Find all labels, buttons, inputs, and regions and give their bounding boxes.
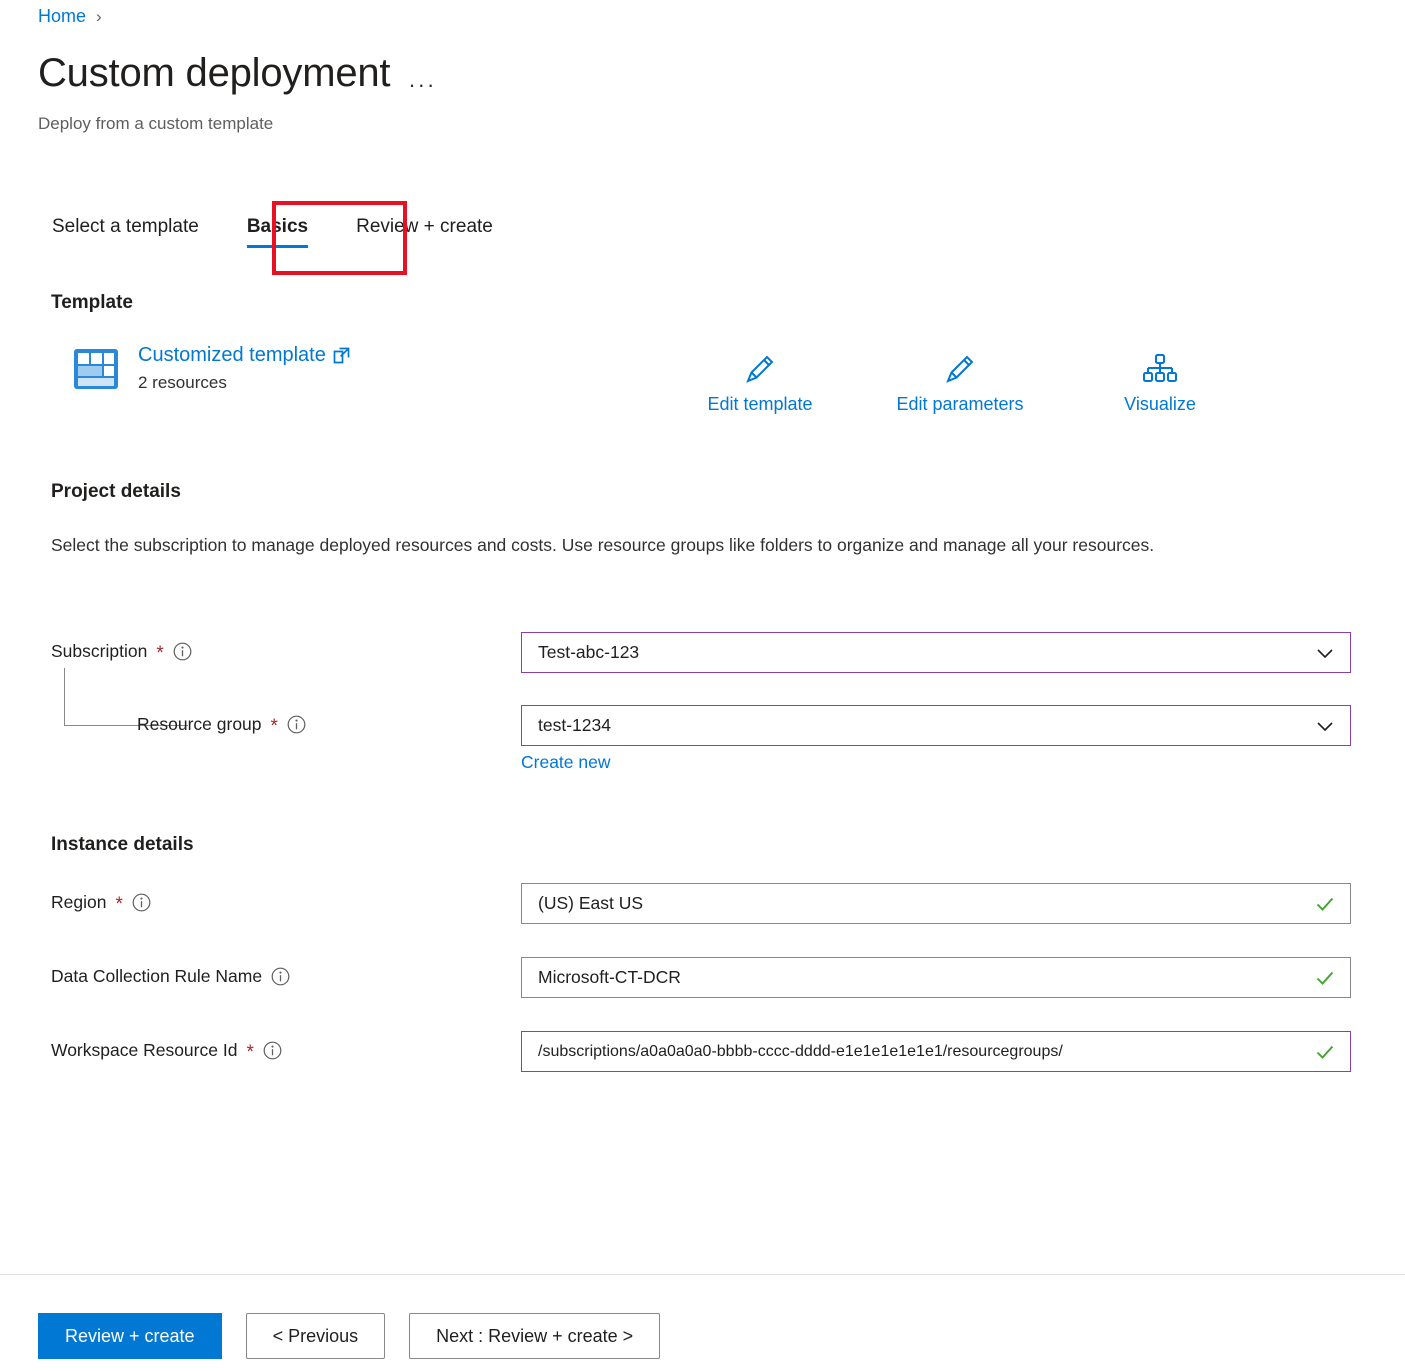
dcr-name-label: Data Collection Rule Name bbox=[51, 966, 263, 986]
custom-deployment-page: Home › Custom deployment ··· Deploy from… bbox=[0, 0, 1405, 1371]
tab-review-create[interactable]: Review + create bbox=[332, 210, 517, 254]
template-summary: Customized template 2 resources bbox=[73, 344, 350, 393]
project-details-heading: Project details bbox=[51, 481, 181, 502]
breadcrumb-home-link[interactable]: Home bbox=[38, 6, 86, 27]
title-row: Custom deployment ··· bbox=[38, 51, 436, 96]
instance-details-heading: Instance details bbox=[51, 834, 194, 855]
tab-select-a-template[interactable]: Select a template bbox=[50, 210, 223, 254]
valid-check-icon bbox=[1314, 893, 1336, 915]
info-icon[interactable] bbox=[263, 1041, 282, 1060]
review-create-button[interactable]: Review + create bbox=[38, 1313, 222, 1359]
workspace-resource-id-label: Workspace Resource Id bbox=[51, 1040, 238, 1060]
tab-basics[interactable]: Basics bbox=[223, 210, 332, 254]
region-dropdown[interactable]: (US) East US bbox=[521, 883, 1351, 924]
workspace-resource-id-required-asterisk: * bbox=[246, 1042, 254, 1063]
edit-template-button[interactable]: Edit template bbox=[660, 352, 860, 415]
region-label-group: Region * bbox=[51, 892, 151, 915]
footer-actions: Review + create < Previous Next : Review… bbox=[38, 1313, 661, 1359]
page-title: Custom deployment bbox=[38, 51, 391, 95]
more-options-icon[interactable]: ··· bbox=[408, 74, 436, 96]
create-new-resource-group-link[interactable]: Create new bbox=[521, 752, 611, 773]
pencil-icon bbox=[943, 352, 977, 386]
resource-group-required-asterisk: * bbox=[270, 716, 278, 737]
resource-group-label-group: Resource group * bbox=[137, 714, 306, 737]
hierarchy-icon bbox=[1143, 352, 1177, 386]
chevron-down-icon bbox=[1314, 642, 1336, 664]
resource-group-value: test-1234 bbox=[538, 715, 611, 735]
info-icon[interactable] bbox=[132, 893, 151, 912]
info-icon[interactable] bbox=[173, 642, 192, 661]
project-details-description: Select the subscription to manage deploy… bbox=[51, 535, 1155, 555]
breadcrumb: Home › bbox=[38, 6, 102, 27]
resource-group-label: Resource group bbox=[137, 714, 262, 734]
edit-template-label: Edit template bbox=[707, 394, 813, 414]
resource-group-dropdown[interactable]: test-1234 bbox=[521, 705, 1351, 746]
edit-parameters-label: Edit parameters bbox=[896, 394, 1024, 414]
template-text-block: Customized template 2 resources bbox=[138, 344, 350, 393]
workspace-resource-id-label-group: Workspace Resource Id * bbox=[51, 1040, 282, 1063]
visualize-button[interactable]: Visualize bbox=[1060, 352, 1260, 415]
page-subtitle: Deploy from a custom template bbox=[38, 114, 274, 133]
valid-check-icon bbox=[1314, 967, 1336, 989]
edit-parameters-button[interactable]: Edit parameters bbox=[860, 352, 1060, 415]
subscription-value: Test-abc-123 bbox=[538, 642, 640, 662]
external-link-icon bbox=[333, 347, 350, 364]
info-icon[interactable] bbox=[271, 967, 290, 986]
subscription-required-asterisk: * bbox=[156, 643, 164, 664]
breadcrumb-chevron-icon: › bbox=[96, 7, 102, 26]
dcr-name-label-group: Data Collection Rule Name bbox=[51, 966, 290, 987]
chevron-down-icon bbox=[1314, 715, 1336, 737]
template-section-heading: Template bbox=[51, 292, 134, 313]
wizard-tabs: Select a template Basics Review + create bbox=[50, 210, 517, 254]
subscription-dropdown[interactable]: Test-abc-123 bbox=[521, 632, 1351, 673]
previous-button[interactable]: < Previous bbox=[245, 1313, 386, 1359]
info-icon[interactable] bbox=[287, 715, 306, 734]
next-review-create-button[interactable]: Next : Review + create > bbox=[409, 1313, 661, 1359]
visualize-label: Visualize bbox=[1124, 394, 1196, 414]
footer-divider bbox=[0, 1274, 1405, 1275]
region-label: Region bbox=[51, 892, 107, 912]
region-required-asterisk: * bbox=[115, 894, 123, 915]
dcr-name-value: Microsoft-CT-DCR bbox=[538, 967, 681, 987]
valid-check-icon bbox=[1314, 1041, 1336, 1063]
workspace-resource-id-value: /subscriptions/a0a0a0a0-bbbb-cccc-dddd-e… bbox=[538, 1042, 1063, 1060]
workspace-resource-id-input[interactable]: /subscriptions/a0a0a0a0-bbbb-cccc-dddd-e… bbox=[521, 1031, 1351, 1072]
region-value: (US) East US bbox=[538, 893, 644, 913]
subscription-label-group: Subscription * bbox=[51, 641, 192, 664]
customized-template-link[interactable]: Customized template bbox=[138, 344, 350, 367]
pencil-icon bbox=[743, 352, 777, 386]
template-resource-count: 2 resources bbox=[138, 373, 227, 392]
customized-template-label: Customized template bbox=[138, 344, 326, 366]
template-grid-icon bbox=[73, 346, 119, 392]
template-actions: Edit template Edit parameters Visualize bbox=[660, 352, 1260, 415]
subscription-label: Subscription bbox=[51, 641, 148, 661]
dcr-name-input[interactable]: Microsoft-CT-DCR bbox=[521, 957, 1351, 998]
